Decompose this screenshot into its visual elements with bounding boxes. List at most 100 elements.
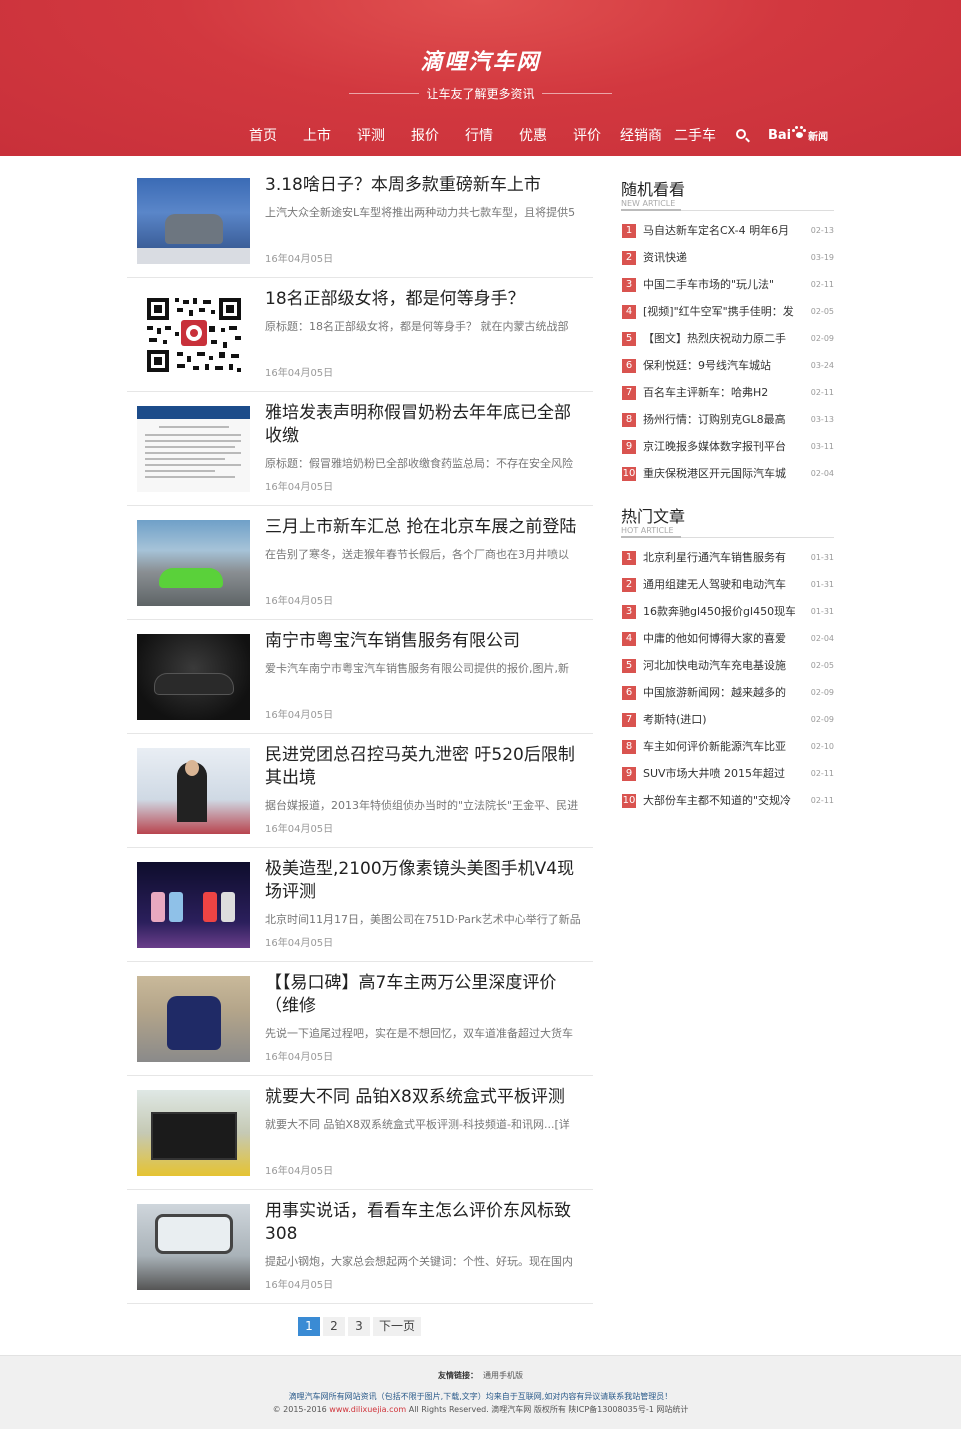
article-title[interactable]: 3.18啥日子？本周多款重磅新车上市 [265, 174, 587, 197]
list-item[interactable]: 6中国旅游新闻网：越来越多的02-09 [621, 679, 834, 706]
sidebar-title: 热门文章 [621, 503, 834, 525]
friend-link[interactable]: 通用手机版 [483, 1371, 523, 1380]
rank-badge: 5 [622, 659, 636, 673]
search-icon[interactable] [722, 124, 762, 146]
nav-item-home[interactable]: 首页 [236, 125, 290, 145]
site-domain-link[interactable]: www.dilixuejia.com [329, 1405, 406, 1414]
article-thumbnail[interactable] [137, 1090, 250, 1176]
article-title[interactable]: 南宁市粤宝汽车销售服务有限公司 [265, 630, 587, 653]
sidebar-divider [621, 537, 834, 538]
nav-item-review[interactable]: 评测 [344, 125, 398, 145]
list-item-title[interactable]: 中国旅游新闻网：越来越多的 [643, 679, 795, 706]
article-summary: 据台媒报道，2013年特侦组侦办当时的"立法院长"王金平、民进 [265, 797, 587, 813]
list-item-title[interactable]: 京江晚报多媒体数字报刊平台 [643, 433, 795, 460]
article-thumbnail[interactable] [137, 406, 250, 492]
article-title[interactable]: 【【易口碑】高7车主两万公里深度评价（维修 [265, 972, 587, 1018]
article-summary: 就要大不同 品铂X8双系统盒式平板评测-科技频道-和讯网...[详 [265, 1116, 587, 1132]
list-item-title[interactable]: 北京利星行通汽车销售服务有 [643, 544, 795, 571]
list-item: 18名正部级女将，都是何等身手？ 原标题：18名正部级女将，都是何等身手？ 就在… [127, 278, 593, 392]
baidu-prefix: Bai [768, 128, 791, 143]
nav-item-rating[interactable]: 评价 [560, 125, 614, 145]
baidu-news-logo[interactable]: Bai 新闻 [768, 128, 828, 143]
list-item-title[interactable]: 百名车主评新车：哈弗H2 [643, 379, 795, 406]
page-button-3[interactable]: 3 [348, 1317, 370, 1336]
list-item[interactable]: 1马自达新车定名CX-4 明年6月02-13 [621, 217, 834, 244]
nav-item-dealer[interactable]: 经销商 [614, 125, 668, 145]
list-item[interactable]: 2资讯快递03-19 [621, 244, 834, 271]
slogan-line-right [542, 93, 612, 94]
article-thumbnail[interactable] [137, 976, 250, 1062]
list-item-title[interactable]: 考斯特(进口) [643, 706, 795, 733]
list-item-title[interactable]: 车主如何评价新能源汽车比亚 [643, 733, 795, 760]
article-date: 16年04月05日 [265, 706, 333, 721]
list-item[interactable]: 10大部份车主都不知道的"交规冷02-11 [621, 787, 834, 814]
article-thumbnail[interactable] [137, 748, 250, 834]
list-item-title[interactable]: 大部份车主都不知道的"交规冷 [643, 787, 795, 814]
list-item[interactable]: 3 中国二手车市场的"玩儿法" 02-11 [621, 271, 834, 298]
rank-badge: 3 [622, 278, 636, 292]
article-thumbnail[interactable] [137, 520, 250, 606]
list-item[interactable]: 6保利悦廷：9号线汽车城站03-24 [621, 352, 834, 379]
list-item-title[interactable]: [视频]"红牛空军"携手佳明：发 [643, 298, 795, 325]
list-item[interactable]: 10重庆保税港区开元国际汽车城02-04 [621, 460, 834, 487]
list-item-title[interactable]: 重庆保税港区开元国际汽车城 [643, 460, 795, 487]
list-item[interactable]: 4中庸的他如何博得大家的喜爱02-04 [621, 625, 834, 652]
copyright-line: © 2015-2016 www.dilixuejia.com All Right… [0, 1404, 961, 1415]
list-item[interactable]: 8车主如何评价新能源汽车比亚02-10 [621, 733, 834, 760]
article-title[interactable]: 极美造型,2100万像素镜头美图手机V4现场评测 [265, 858, 587, 904]
slogan-wrap: 让车友了解更多资讯 [349, 84, 612, 102]
article-list: 3.18啥日子？本周多款重磅新车上市 上汽大众全新途安L车型将推出两种动力共七款… [127, 164, 593, 1304]
list-item[interactable]: 5河北加快电动汽车充电基设施02-05 [621, 652, 834, 679]
list-item[interactable]: 4[视频]"红牛空军"携手佳明：发02-05 [621, 298, 834, 325]
list-item-title[interactable]: 资讯快递 [643, 244, 795, 271]
list-item[interactable]: 1北京利星行通汽车销售服务有01-31 [621, 544, 834, 571]
list-item-title[interactable]: 河北加快电动汽车充电基设施 [643, 652, 795, 679]
list-item[interactable]: 2通用组建无人驾驶和电动汽车01-31 [621, 571, 834, 598]
page-button-1[interactable]: 1 [298, 1317, 320, 1336]
list-item[interactable]: 316款奔驰gl450报价gl450现车01-31 [621, 598, 834, 625]
nav-item-used-car[interactable]: 二手车 [668, 125, 722, 145]
article-title[interactable]: 用事实说话，看看车主怎么评价东风标致308 [265, 1200, 587, 1246]
list-item-title[interactable]: 通用组建无人驾驶和电动汽车 [643, 571, 795, 598]
list-item-title[interactable]: 保利悦廷：9号线汽车城站 [643, 352, 795, 379]
article-thumbnail[interactable] [137, 1204, 250, 1290]
list-item-title[interactable]: 马自达新车定名CX-4 明年6月 [643, 217, 795, 244]
nav-item-price[interactable]: 报价 [398, 125, 452, 145]
site-logo[interactable]: 滴哩汽车网 [0, 44, 961, 76]
list-item: 极美造型,2100万像素镜头美图手机V4现场评测 北京时间11月17日，美图公司… [127, 848, 593, 962]
list-item[interactable]: 7考斯特(进口)02-09 [621, 706, 834, 733]
list-item[interactable]: 7百名车主评新车：哈弗H202-11 [621, 379, 834, 406]
article-title[interactable]: 雅培发表声明称假冒奶粉去年年底已全部收缴 [265, 402, 587, 448]
article-title[interactable]: 18名正部级女将，都是何等身手？ [265, 288, 587, 311]
list-item-date: 02-11 [811, 379, 834, 406]
rank-badge: 8 [622, 740, 636, 754]
list-item-title[interactable]: 中国二手车市场的"玩儿法" [643, 271, 795, 298]
list-item-title[interactable]: SUV市场大井喷 2015年超过 [643, 760, 795, 787]
rank-badge: 9 [622, 440, 636, 454]
list-item-date: 02-09 [811, 325, 834, 352]
article-title[interactable]: 三月上市新车汇总 抢在北京车展之前登陆 [265, 516, 587, 539]
nav-item-market[interactable]: 行情 [452, 125, 506, 145]
page-button-2[interactable]: 2 [323, 1317, 345, 1336]
list-item-title[interactable]: 中庸的他如何博得大家的喜爱 [643, 625, 795, 652]
article-title[interactable]: 民进党团总召控马英九泄密 吁520后限制其出境 [265, 744, 587, 790]
list-item-title[interactable]: 扬州行情：订购别克GL8最高 [643, 406, 795, 433]
article-thumbnail[interactable] [137, 634, 250, 720]
list-item[interactable]: 8扬州行情：订购别克GL8最高03-13 [621, 406, 834, 433]
nav-item-discount[interactable]: 优惠 [506, 125, 560, 145]
article-title[interactable]: 就要大不同 品铂X8双系统盒式平板评测 [265, 1086, 587, 1109]
list-item-title[interactable]: 【图文】热烈庆祝动力原二手 [643, 325, 795, 352]
article-thumbnail[interactable] [137, 862, 250, 948]
list-item-date: 01-31 [811, 544, 834, 571]
next-page-button[interactable]: 下一页 [373, 1317, 421, 1336]
list-item-title[interactable]: 16款奔驰gl450报价gl450现车 [643, 598, 795, 625]
article-thumbnail-qr-code[interactable] [137, 292, 250, 378]
list-item[interactable]: 5【图文】热烈庆祝动力原二手02-09 [621, 325, 834, 352]
list-item[interactable]: 9SUV市场大井喷 2015年超过02-11 [621, 760, 834, 787]
article-thumbnail[interactable] [137, 178, 250, 264]
article-summary: 北京时间11月17日，美图公司在751D·Park艺术中心举行了新品 [265, 911, 587, 927]
nav-item-launch[interactable]: 上市 [290, 125, 344, 145]
rank-badge: 2 [622, 251, 636, 265]
list-item-date: 02-11 [811, 271, 834, 298]
list-item[interactable]: 9京江晚报多媒体数字报刊平台03-11 [621, 433, 834, 460]
